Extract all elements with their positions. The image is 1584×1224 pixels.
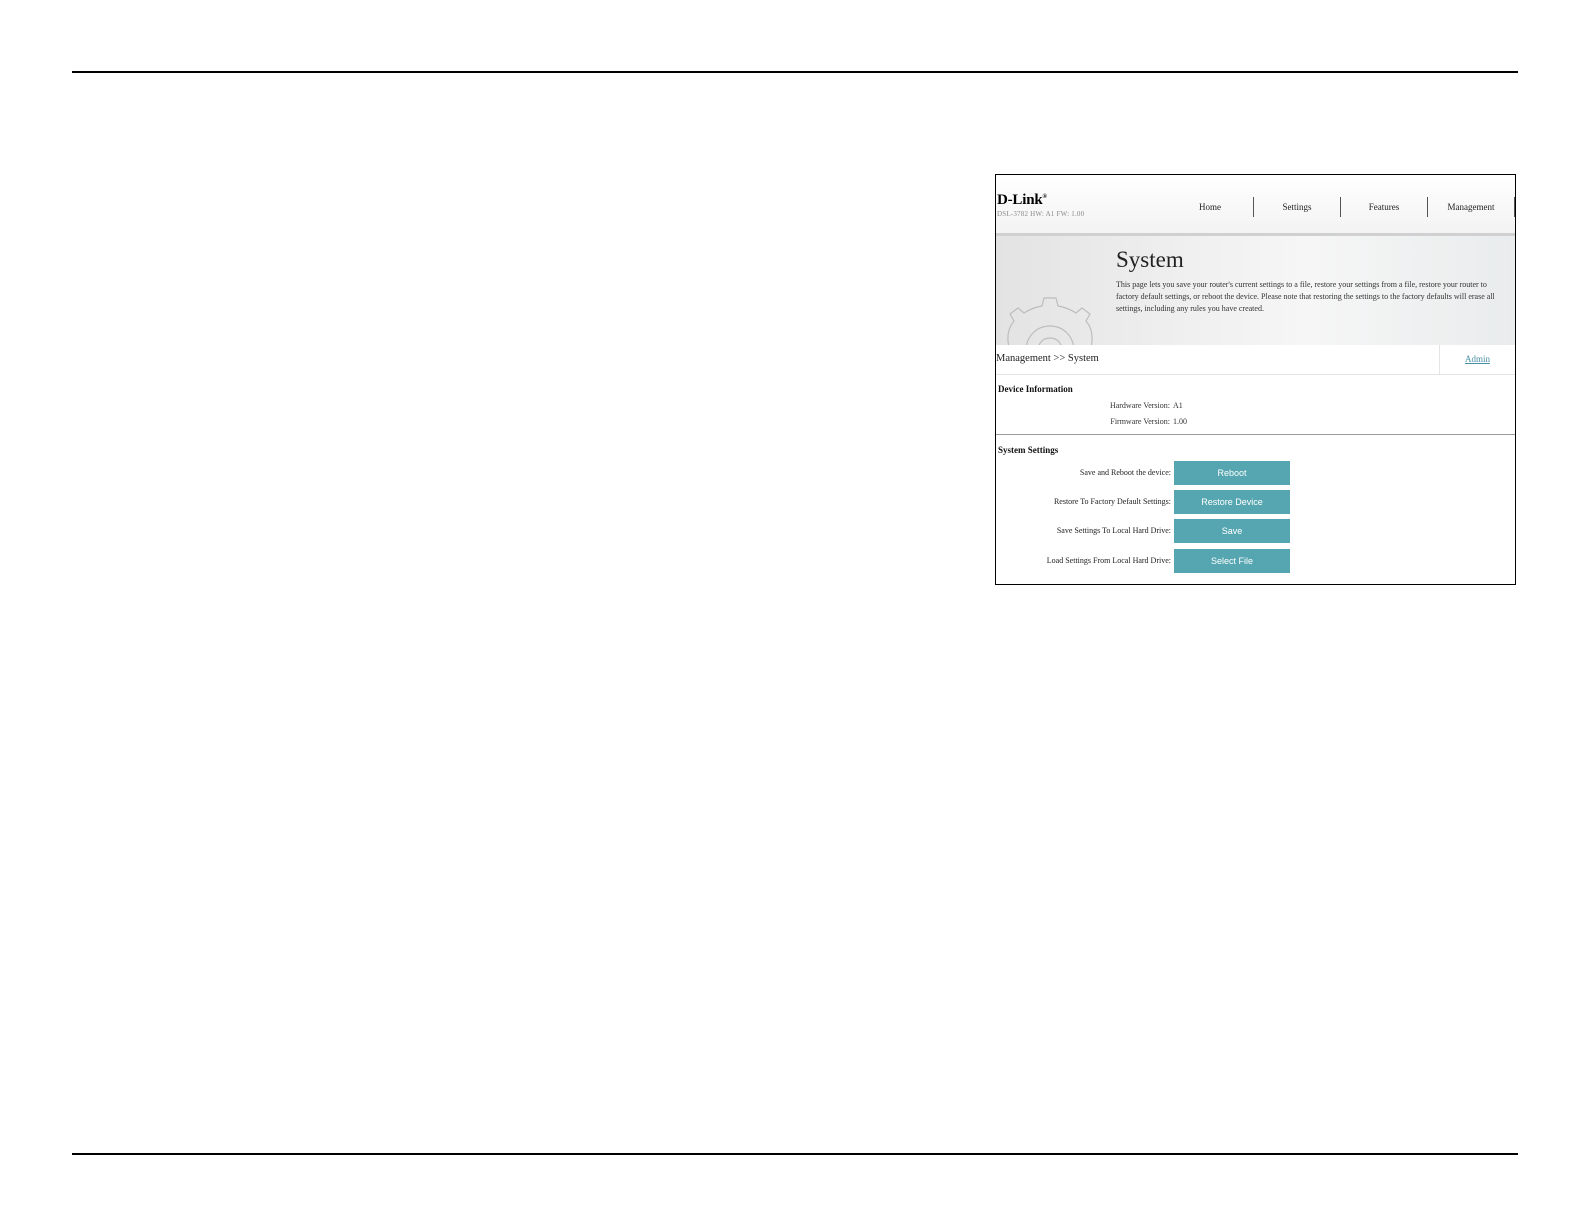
- logo-text: D-Link: [997, 192, 1043, 208]
- dlink-logo: D-Link®: [997, 192, 1047, 209]
- load-settings-label: Load Settings From Local Hard Drive:: [1046, 556, 1171, 565]
- device-information-title: Device Information: [998, 384, 1073, 394]
- system-settings-title: System Settings: [998, 445, 1059, 455]
- top-page-rule: [72, 71, 1518, 73]
- save-button[interactable]: Save: [1174, 519, 1290, 543]
- select-file-button[interactable]: Select File: [1174, 549, 1290, 573]
- page-title: System: [1116, 247, 1184, 272]
- nav-home[interactable]: Home: [1167, 197, 1254, 217]
- nav-settings[interactable]: Settings: [1254, 197, 1341, 217]
- page-banner: System This page lets you save your rout…: [996, 233, 1515, 351]
- restore-device-button[interactable]: Restore Device: [1174, 490, 1290, 514]
- firmware-version-label: Firmware Version:: [1110, 417, 1170, 426]
- breadcrumb-bar: Management >> System Admin: [996, 345, 1515, 375]
- save-settings-label: Save Settings To Local Hard Drive:: [1056, 526, 1171, 535]
- nav-features[interactable]: Features: [1341, 197, 1428, 217]
- firmware-version-value: 1.00: [1173, 417, 1187, 426]
- gear-icon: [1007, 297, 1093, 351]
- model-info: DSL-3782 HW: A1 FW: 1.00: [997, 210, 1085, 218]
- hardware-version-value: A1: [1173, 401, 1183, 410]
- router-header: D-Link® DSL-3782 HW: A1 FW: 1.00 Home Se…: [996, 175, 1515, 233]
- router-screenshot: D-Link® DSL-3782 HW: A1 FW: 1.00 Home Se…: [995, 174, 1516, 585]
- section-divider: [996, 434, 1515, 435]
- logo-mark: ®: [1042, 194, 1048, 200]
- breadcrumb: Management >> System: [996, 353, 1099, 364]
- reboot-button[interactable]: Reboot: [1174, 461, 1290, 485]
- hardware-version-label: Hardware Version:: [1109, 401, 1170, 410]
- reboot-label: Save and Reboot the device:: [1079, 468, 1171, 477]
- bottom-page-rule: [72, 1153, 1518, 1155]
- admin-link[interactable]: Admin: [1439, 345, 1515, 374]
- main-nav: Home Settings Features Management: [1167, 197, 1515, 217]
- restore-label: Restore To Factory Default Settings:: [1053, 497, 1171, 506]
- page-description: This page lets you save your router's cu…: [1116, 280, 1495, 313]
- nav-management[interactable]: Management: [1428, 197, 1515, 217]
